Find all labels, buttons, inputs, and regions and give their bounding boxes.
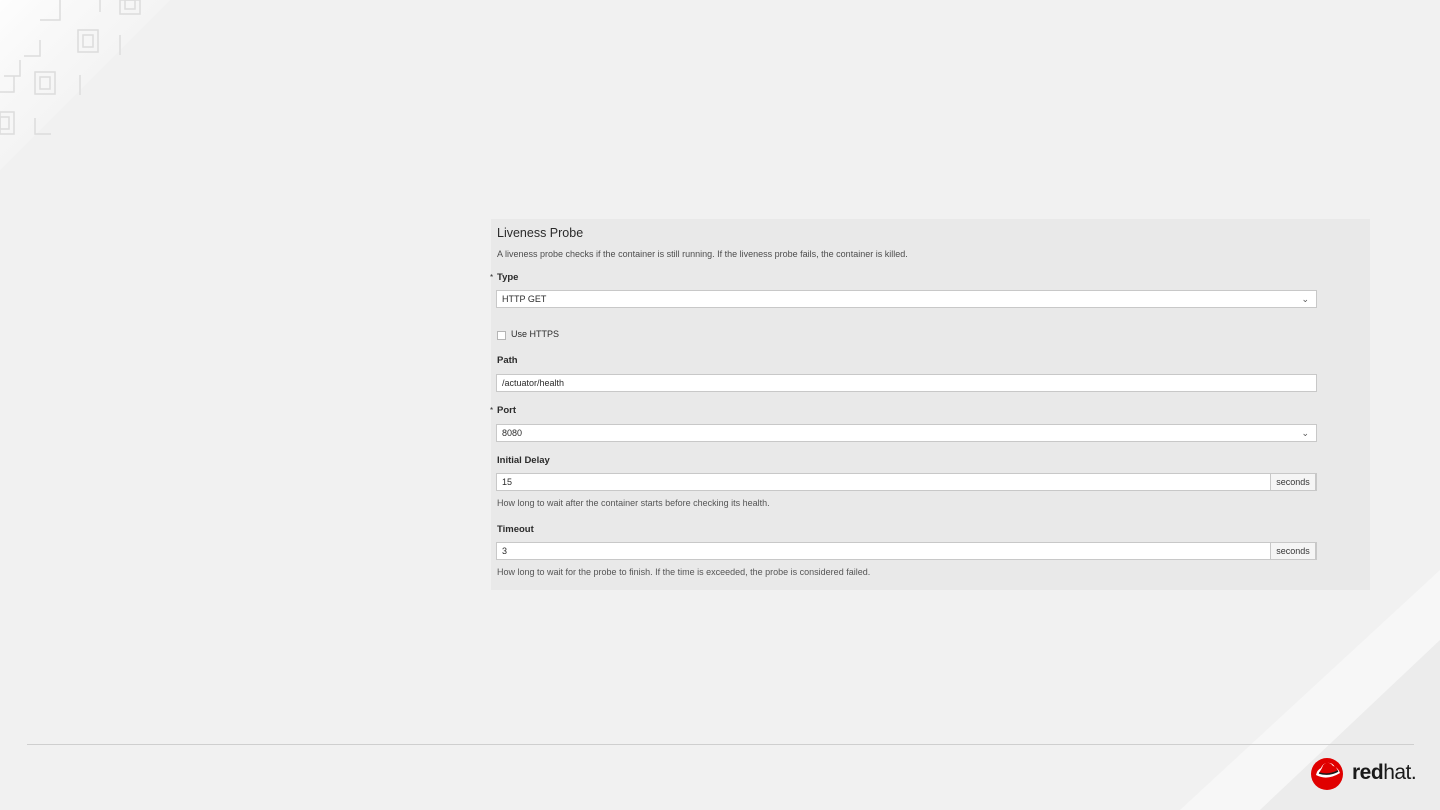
- use-https-label[interactable]: Use HTTPS: [511, 329, 559, 339]
- brand-text-bold: red: [1352, 761, 1384, 784]
- brand-dot: .: [1410, 761, 1417, 784]
- initial-delay-help: How long to wait after the container sta…: [497, 498, 770, 508]
- port-select[interactable]: 8080 ⌄: [496, 424, 1317, 442]
- panel-description: A liveness probe checks if the container…: [497, 249, 908, 259]
- chevron-down-icon: ⌄: [1301, 294, 1309, 304]
- port-label: Port: [497, 405, 516, 416]
- timeout-label: Timeout: [497, 524, 534, 535]
- port-select-value: 8080: [502, 428, 523, 438]
- liveness-probe-panel: Liveness Probe A liveness probe checks i…: [490, 219, 1370, 590]
- initial-delay-label: Initial Delay: [497, 455, 550, 466]
- panel-title: Liveness Probe: [497, 226, 584, 240]
- brand-text-light: hat: [1383, 761, 1411, 784]
- shadowman-icon: [1311, 758, 1343, 790]
- path-label: Path: [497, 355, 518, 366]
- timeout-input[interactable]: 3 seconds: [496, 542, 1317, 560]
- path-input[interactable]: /actuator/health: [496, 374, 1317, 392]
- required-marker: *: [490, 273, 494, 282]
- initial-delay-unit: seconds: [1270, 473, 1316, 491]
- type-select[interactable]: HTTP GET ⌄: [496, 290, 1317, 308]
- footer-divider: [27, 744, 1414, 745]
- timeout-value: 3: [502, 546, 508, 556]
- timeout-unit: seconds: [1270, 542, 1316, 560]
- initial-delay-value: 15: [502, 477, 513, 487]
- redhat-logo: redhat.: [1310, 756, 1420, 792]
- initial-delay-input[interactable]: 15 seconds: [496, 473, 1317, 491]
- corner-pattern: [0, 0, 170, 170]
- type-label: Type: [497, 272, 519, 283]
- required-marker: *: [490, 406, 494, 415]
- type-select-value: HTTP GET: [502, 294, 547, 304]
- timeout-help: How long to wait for the probe to finish…: [497, 567, 871, 577]
- chevron-down-icon: ⌄: [1301, 428, 1309, 438]
- use-https-checkbox[interactable]: [497, 331, 506, 340]
